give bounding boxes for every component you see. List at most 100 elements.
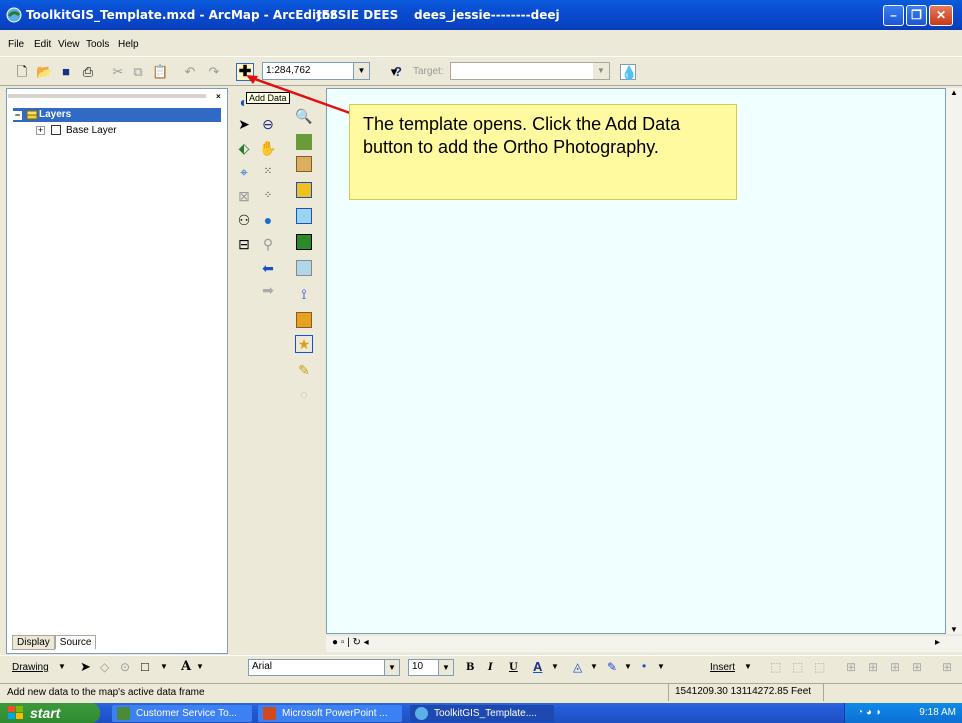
menu-edit[interactable]: Edit bbox=[34, 39, 51, 50]
star-icon[interactable]: ★ bbox=[295, 335, 313, 353]
layout-icon-3[interactable]: ⊞ bbox=[890, 660, 900, 674]
georef-icon-3[interactable]: ⬚ bbox=[814, 660, 825, 674]
minimize-button[interactable]: – bbox=[883, 5, 904, 26]
pan-icon[interactable]: ✋ bbox=[258, 138, 278, 158]
layer-label: Base Layer bbox=[66, 125, 117, 136]
grid-icon[interactable] bbox=[296, 260, 312, 276]
map-sheet-icon[interactable] bbox=[296, 156, 312, 172]
tray-icons[interactable]: ◔ ◕ ◑ bbox=[857, 703, 881, 723]
copy-icon[interactable]: ⧉ bbox=[130, 64, 146, 80]
georef-icon-2[interactable]: ⬚ bbox=[792, 660, 803, 674]
back-extent-icon[interactable]: ⬅ bbox=[258, 258, 278, 278]
menu-tools[interactable]: Tools bbox=[86, 39, 109, 50]
collapse-icon[interactable]: − bbox=[13, 111, 22, 120]
insert-dropdown-icon[interactable]: ▼ bbox=[744, 662, 752, 671]
task-customer-service[interactable]: Customer Service To... bbox=[112, 705, 252, 722]
line-color-dropdown-icon[interactable]: ▼ bbox=[624, 662, 632, 671]
data-view-icon[interactable]: ● ▫ | ↻ ◂ bbox=[332, 637, 369, 648]
title-bar[interactable]: ToolkitGIS_Template.mxd - ArcMap - ArcEd… bbox=[0, 0, 962, 30]
globe-icon[interactable]: ● bbox=[258, 210, 278, 230]
route-icon[interactable]: ⟟ bbox=[294, 284, 314, 304]
rectangle-icon[interactable]: □ bbox=[141, 659, 149, 674]
toc-layers-root[interactable]: − Layers bbox=[13, 108, 221, 122]
whats-this-icon[interactable]: ? bbox=[390, 64, 406, 80]
raster-icon[interactable] bbox=[296, 134, 312, 150]
clip-icon[interactable] bbox=[296, 208, 312, 224]
toc-grip[interactable]: × bbox=[6, 90, 228, 101]
bold-button[interactable]: B bbox=[466, 662, 474, 673]
select-features-icon[interactable]: ⬖ bbox=[234, 138, 254, 158]
layer-visibility-checkbox[interactable] bbox=[51, 125, 61, 136]
hyperlink-icon[interactable]: ⚲ bbox=[258, 234, 278, 254]
tab-source[interactable]: Source bbox=[54, 635, 97, 649]
font-size-select[interactable]: 10 ▼ bbox=[408, 659, 454, 676]
text-icon[interactable]: A bbox=[181, 659, 191, 674]
marker-color-icon[interactable]: • bbox=[642, 659, 646, 673]
scroll-down-icon[interactable]: ▼ bbox=[950, 625, 958, 634]
rotate-icon[interactable]: ◇ bbox=[100, 660, 109, 674]
rectangle-dropdown-icon[interactable]: ▼ bbox=[160, 662, 168, 671]
select-arrow-icon[interactable]: ➤ bbox=[80, 659, 91, 675]
terrain-icon[interactable] bbox=[296, 234, 312, 250]
tab-display[interactable]: Display bbox=[12, 635, 55, 650]
scroll-up-icon[interactable]: ▲ bbox=[950, 88, 958, 97]
menu-file[interactable]: File bbox=[8, 39, 24, 50]
expand-icon[interactable]: + bbox=[36, 125, 45, 135]
target-dropdown-icon[interactable]: ▼ bbox=[593, 63, 609, 79]
underline-button[interactable]: U bbox=[509, 662, 518, 673]
layout-icon-2[interactable]: ⊞ bbox=[868, 660, 878, 674]
pencil-icon[interactable]: ✎ bbox=[294, 360, 314, 380]
text-dropdown-icon[interactable]: ▼ bbox=[196, 662, 204, 671]
save-icon[interactable]: ■ bbox=[58, 64, 74, 80]
fixed-zoom-out-icon[interactable]: ⁘ bbox=[258, 186, 278, 206]
task-powerpoint[interactable]: Microsoft PowerPoint ... bbox=[258, 705, 402, 722]
layout-icon-4[interactable]: ⊞ bbox=[912, 660, 922, 674]
clear-selection-icon[interactable]: ⌖ bbox=[234, 162, 254, 182]
forward-extent-icon[interactable]: ➡ bbox=[258, 280, 278, 300]
fill-color-dropdown-icon[interactable]: ▼ bbox=[590, 662, 598, 671]
print-icon[interactable]: ⎙ bbox=[80, 64, 96, 80]
cut-icon[interactable]: ✂ bbox=[110, 64, 126, 80]
undo-icon[interactable]: ↶ bbox=[182, 64, 198, 80]
start-button[interactable]: start bbox=[0, 703, 100, 723]
italic-button[interactable]: I bbox=[488, 662, 493, 673]
restore-button[interactable]: ❐ bbox=[906, 5, 927, 26]
new-document-icon[interactable]: 🗋 bbox=[14, 64, 30, 80]
font-select[interactable]: Arial ▼ bbox=[248, 659, 400, 676]
georef-icon-1[interactable]: ⬚ bbox=[770, 660, 781, 674]
fixed-zoom-in-icon[interactable]: ⁙ bbox=[258, 162, 278, 182]
identify-disabled-icon[interactable]: ⊠ bbox=[234, 186, 254, 206]
open-folder-icon[interactable]: 📂 bbox=[36, 64, 52, 80]
target-select[interactable]: ▼ bbox=[450, 62, 610, 80]
extract-icon[interactable] bbox=[296, 182, 312, 198]
drawing-dropdown-icon[interactable]: ▼ bbox=[58, 662, 66, 671]
font-size-dropdown-icon[interactable]: ▼ bbox=[438, 660, 453, 675]
fill-color-icon[interactable]: ◬ bbox=[573, 660, 582, 674]
vertical-scrollbar[interactable]: ▲ ▼ bbox=[946, 88, 962, 634]
zoom-to-element-icon[interactable]: ⊙ bbox=[120, 660, 130, 674]
line-color-icon[interactable]: ✎ bbox=[607, 660, 617, 674]
menu-view[interactable]: View bbox=[58, 39, 80, 50]
marker-color-dropdown-icon[interactable]: ▼ bbox=[657, 662, 665, 671]
layout-icon-5[interactable]: ⊞ bbox=[942, 660, 952, 674]
paste-icon[interactable]: 📋 bbox=[152, 64, 168, 80]
find-icon[interactable]: ⚇ bbox=[234, 210, 254, 230]
toc-layer-base[interactable]: + Base Layer bbox=[36, 125, 117, 136]
close-button[interactable]: ✕ bbox=[929, 5, 953, 26]
table-icon[interactable] bbox=[296, 312, 312, 328]
measure-icon[interactable]: ⊟ bbox=[234, 234, 254, 254]
editor-icon[interactable]: 💧 bbox=[620, 64, 637, 80]
font-color-icon[interactable]: A bbox=[533, 659, 542, 674]
layout-icon-1[interactable]: ⊞ bbox=[846, 660, 856, 674]
font-dropdown-icon[interactable]: ▼ bbox=[384, 660, 399, 675]
horizontal-scrollbar[interactable]: ● ▫ | ↻ ◂ ▸ bbox=[326, 636, 962, 652]
redo-icon[interactable]: ↷ bbox=[206, 64, 222, 80]
scroll-right-icon[interactable]: ▸ bbox=[935, 637, 940, 648]
task-arcmap[interactable]: ToolkitGIS_Template.... bbox=[410, 705, 554, 722]
drawing-menu[interactable]: Drawing bbox=[12, 662, 49, 673]
task-label: Microsoft PowerPoint ... bbox=[282, 708, 388, 719]
insert-menu[interactable]: Insert bbox=[710, 662, 735, 673]
menu-help[interactable]: Help bbox=[118, 39, 139, 50]
font-color-dropdown-icon[interactable]: ▼ bbox=[551, 662, 559, 671]
circle-icon[interactable]: ○ bbox=[294, 384, 314, 404]
